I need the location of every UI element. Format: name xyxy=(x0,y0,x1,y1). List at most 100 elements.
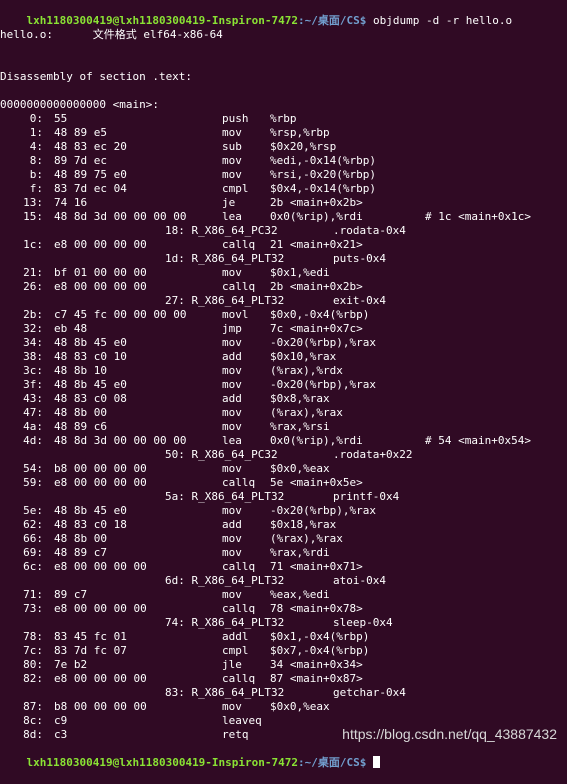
instruction-address: 59: xyxy=(23,476,43,489)
instruction-operands: %edi,-0x14(%rbp) xyxy=(270,154,376,167)
relocation-row: 18: R_X86_64_PC32 .rodata-0x4 xyxy=(0,224,567,238)
instruction-mnemonic: callq xyxy=(222,602,256,615)
instruction-operands: (%rax),%rax xyxy=(270,406,343,419)
instruction-bytes: 48 8b 10 xyxy=(54,364,107,377)
instruction-mnemonic: mov xyxy=(222,168,242,181)
instruction-bytes: 48 83 c0 10 xyxy=(54,350,127,363)
instruction-mnemonic: mov xyxy=(222,378,242,391)
instruction-row: b: 48 89 75 e0 mov %rsi,-0x20(%rbp) xyxy=(0,168,567,182)
instruction-operands: 78 <main+0x78> xyxy=(270,602,363,615)
instruction-mnemonic: mov xyxy=(222,420,242,433)
instruction-comment: # 1c <main+0x1c> xyxy=(425,210,531,223)
instruction-mnemonic: je xyxy=(222,196,236,209)
instruction-operands: $0x10,%rax xyxy=(270,350,337,363)
instruction-row: 8: 89 7d ec mov %edi,-0x14(%rbp) xyxy=(0,154,567,168)
instruction-mnemonic: cmpl xyxy=(222,644,249,657)
instruction-address: 5e: xyxy=(23,504,43,517)
instruction-address: 15: xyxy=(23,210,43,223)
instruction-row: 4: 48 83 ec 20 sub $0x20,%rsp xyxy=(0,140,567,154)
instruction-mnemonic: jmp xyxy=(222,322,242,335)
instruction-operands: 2b <main+0x2b> xyxy=(270,280,363,293)
instruction-row: 82: e8 00 00 00 00 callq 87 <main+0x87> xyxy=(0,672,567,686)
relocation-row: 74: R_X86_64_PLT32 sleep-0x4 xyxy=(0,616,567,630)
instruction-mnemonic: mov xyxy=(222,462,242,475)
instruction-row: 69: 48 89 c7 mov %rax,%rdi xyxy=(0,546,567,560)
instruction-row: 3c: 48 8b 10 mov (%rax),%rdx xyxy=(0,364,567,378)
instruction-bytes: 7e b2 xyxy=(54,658,88,671)
command-text: objdump -d -r hello.o xyxy=(366,14,513,27)
prompt-user: lxh1180300419@lxh1180300419-Inspiron-747… xyxy=(26,14,299,27)
instruction-operands: $0x4,-0x14(%rbp) xyxy=(270,182,376,195)
instruction-mnemonic: mov xyxy=(222,588,242,601)
instruction-mnemonic: sub xyxy=(222,140,242,153)
instruction-row: 1c: e8 00 00 00 00 callq 21 <main+0x21> xyxy=(0,238,567,252)
instruction-address: 26: xyxy=(23,280,43,293)
relocation-row: 1d: R_X86_64_PLT32 puts-0x4 xyxy=(0,252,567,266)
instruction-operands: 71 <main+0x71> xyxy=(270,560,363,573)
instruction-bytes: 48 89 c7 xyxy=(54,546,107,559)
instruction-row: 59: e8 00 00 00 00 callq 5e <main+0x5e> xyxy=(0,476,567,490)
instruction-row: 71: 89 c7 mov %eax,%edi xyxy=(0,588,567,602)
instruction-row: 73: e8 00 00 00 00 callq 78 <main+0x78> xyxy=(0,602,567,616)
instruction-address: 82: xyxy=(23,672,43,685)
instruction-operands: %rbp xyxy=(270,112,297,125)
instruction-mnemonic: mov xyxy=(222,364,242,377)
instruction-row: 15: 48 8d 3d 00 00 00 00 lea 0x0(%rip),%rdi… xyxy=(0,210,567,224)
instruction-operands: $0x7,-0x4(%rbp) xyxy=(270,644,370,657)
instruction-row: 1: 48 89 e5 mov %rsp,%rbp xyxy=(0,126,567,140)
instruction-bytes: e8 00 00 00 00 xyxy=(54,280,147,293)
instruction-bytes: 89 7d ec xyxy=(54,154,107,167)
instruction-address: b: xyxy=(29,168,43,181)
instruction-bytes: 74 16 xyxy=(54,196,88,209)
instruction-mnemonic: mov xyxy=(222,266,242,279)
instruction-mnemonic: mov xyxy=(222,126,242,139)
relocation-symbol: sleep-0x4 xyxy=(333,616,393,629)
instruction-mnemonic: mov xyxy=(222,546,242,559)
prompt-user: lxh1180300419@lxh1180300419-Inspiron-747… xyxy=(26,756,299,769)
instruction-mnemonic: leaveq xyxy=(222,714,262,727)
instruction-address: 3c: xyxy=(23,364,43,377)
prompt-path: :~/桌面/CS$ xyxy=(298,756,367,769)
instruction-bytes: 83 7d fc 07 xyxy=(54,644,127,657)
relocation-entry: 83: R_X86_64_PLT32 xyxy=(165,686,285,699)
instruction-bytes: 48 8b 45 e0 xyxy=(54,336,127,349)
instruction-operands: %rsi,-0x20(%rbp) xyxy=(270,168,376,181)
instruction-address: 4d: xyxy=(23,434,43,447)
instruction-operands: $0x1,-0x4(%rbp) xyxy=(270,630,370,643)
instruction-row: 26: e8 00 00 00 00 callq 2b <main+0x2b> xyxy=(0,280,567,294)
instruction-address: 3f: xyxy=(23,378,43,391)
instruction-address: 71: xyxy=(23,588,43,601)
instruction-address: f: xyxy=(29,182,43,195)
instruction-operands: $0x0,%eax xyxy=(270,700,330,713)
instruction-row: 5e: 48 8b 45 e0 mov -0x20(%rbp),%rax xyxy=(0,504,567,518)
instruction-row: f: 83 7d ec 04 cmpl $0x4,-0x14(%rbp) xyxy=(0,182,567,196)
instruction-row: 47: 48 8b 00 mov (%rax),%rax xyxy=(0,406,567,420)
instruction-address: 32: xyxy=(23,322,43,335)
instruction-operands: $0x1,%edi xyxy=(270,266,330,279)
instruction-bytes: c9 xyxy=(54,714,68,727)
instruction-bytes: c7 45 fc 00 00 00 00 xyxy=(54,308,187,321)
relocation-row: 27: R_X86_64_PLT32 exit-0x4 xyxy=(0,294,567,308)
relocation-row: 5a: R_X86_64_PLT32 printf-0x4 xyxy=(0,490,567,504)
instruction-operands: 0x0(%rip),%rdi xyxy=(270,434,363,447)
instruction-operands: (%rax),%rax xyxy=(270,532,343,545)
instruction-operands: 0x0(%rip),%rdi xyxy=(270,210,363,223)
instruction-row: 38: 48 83 c0 10 add $0x10,%rax xyxy=(0,350,567,364)
instruction-operands: 5e <main+0x5e> xyxy=(270,476,363,489)
terminal-window[interactable]: lxh1180300419@lxh1180300419-Inspiron-747… xyxy=(0,0,567,769)
instruction-operands: (%rax),%rdx xyxy=(270,364,343,377)
instruction-bytes: eb 48 xyxy=(54,322,88,335)
instruction-address: 1c: xyxy=(23,238,43,251)
instruction-row: 32: eb 48 jmp 7c <main+0x7c> xyxy=(0,322,567,336)
command-text xyxy=(366,756,373,769)
instruction-mnemonic: mov xyxy=(222,532,242,545)
watermark-url: https://blog.csdn.net/qq_43887432 xyxy=(342,726,557,742)
instruction-mnemonic: mov xyxy=(222,406,242,419)
instruction-row: 0: 55 push %rbp xyxy=(0,112,567,126)
instruction-operands: %rax,%rdi xyxy=(270,546,330,559)
prompt-line: lxh1180300419@lxh1180300419-Inspiron-747… xyxy=(0,0,513,27)
instruction-row: 4d: 48 8d 3d 00 00 00 00 lea 0x0(%rip),%rdi… xyxy=(0,434,567,448)
instruction-bytes: 89 c7 xyxy=(54,588,88,601)
instruction-row: 80: 7e b2 jle 34 <main+0x34> xyxy=(0,658,567,672)
instruction-bytes: 83 45 fc 01 xyxy=(54,630,127,643)
